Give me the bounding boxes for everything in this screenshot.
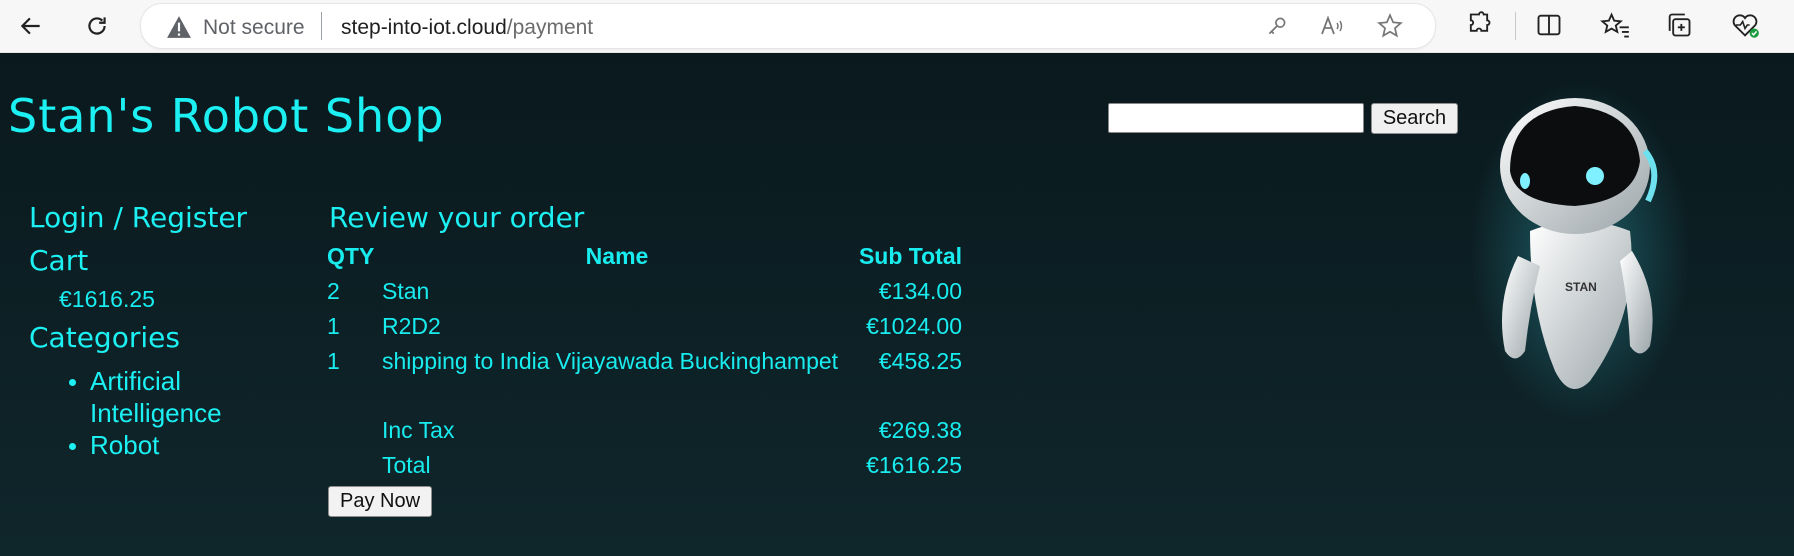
page-content: Stan's Robot Shop Search STAN Login / Re… [0,53,1794,556]
table-row: 2 Stan €134.00 [327,274,962,309]
back-button[interactable] [12,7,50,45]
back-arrow-icon [20,17,40,35]
extensions-icon[interactable] [1465,9,1493,41]
spacer-row [327,379,962,413]
pay-now-button[interactable]: Pay Now [328,486,432,517]
category-item-artificial-intelligence[interactable]: Artificial Intelligence [60,365,290,429]
order-table: QTY Name Sub Total 2 Stan €134.00 1 R2D2… [327,243,962,483]
table-row: 1 shipping to India Vijayawada Buckingha… [327,344,962,379]
cart-link[interactable]: Cart [29,244,88,277]
url-host: step-into-iot.cloud [341,16,507,39]
site-title[interactable]: Stan's Robot Shop [8,89,445,143]
address-bar[interactable]: Not secure step-into-iot.cloud/payment [140,3,1436,49]
toolbar-divider [1515,12,1516,40]
qty-header: QTY [327,243,375,269]
row-subtotal: €134.00 [878,278,962,304]
name-header: Name [585,243,649,269]
star-icon[interactable] [1377,13,1403,39]
total-label: Total [382,452,431,478]
warning-icon [167,16,191,38]
row-name: Stan [382,278,430,304]
tax-row: Inc Tax €269.38 [327,413,962,448]
search-input[interactable] [1108,103,1364,133]
split-screen-icon[interactable] [1535,9,1563,41]
login-register-link[interactable]: Login / Register [29,201,247,234]
row-qty: 2 [327,278,340,304]
categories-heading: Categories [29,321,180,354]
row-subtotal: €1024.00 [866,313,962,339]
row-name: shipping to India Vijayawada Buckinghamp… [382,348,839,374]
tax-value: €269.38 [878,417,962,443]
row-name: R2D2 [382,313,441,339]
read-aloud-icon[interactable] [1319,13,1347,39]
category-item-robot[interactable]: Robot [60,429,290,461]
favorites-icon[interactable] [1600,9,1630,41]
total-row: Total €1616.25 [327,448,962,483]
url-path: /payment [506,16,594,39]
browser-toolbar: Not secure step-into-iot.cloud/payment [0,0,1794,53]
collections-icon[interactable] [1665,9,1693,41]
search-button[interactable]: Search [1371,103,1458,134]
security-status[interactable]: Not secure [203,16,305,40]
robot-badge: STAN [1565,280,1597,294]
row-qty: 1 [327,313,340,339]
table-row: 1 R2D2 €1024.00 [327,309,962,344]
reload-icon [88,17,106,35]
reload-button[interactable] [78,7,116,45]
robot-mascot-image: STAN [1470,81,1690,421]
tax-label: Inc Tax [382,417,455,443]
browser-essentials-icon[interactable] [1730,9,1760,41]
category-list: Artificial Intelligence Robot [60,365,290,461]
total-value: €1616.25 [866,452,962,478]
row-qty: 1 [327,348,340,374]
review-order-title: Review your order [329,201,585,234]
table-header-row: QTY Name Sub Total [327,243,962,274]
key-icon[interactable] [1264,13,1290,39]
cart-total[interactable]: €1616.25 [59,286,155,313]
subtotal-header: Sub Total [858,243,962,269]
url-text[interactable]: step-into-iot.cloud/payment [341,16,593,40]
address-separator [321,12,322,40]
row-subtotal: €458.25 [878,348,962,374]
